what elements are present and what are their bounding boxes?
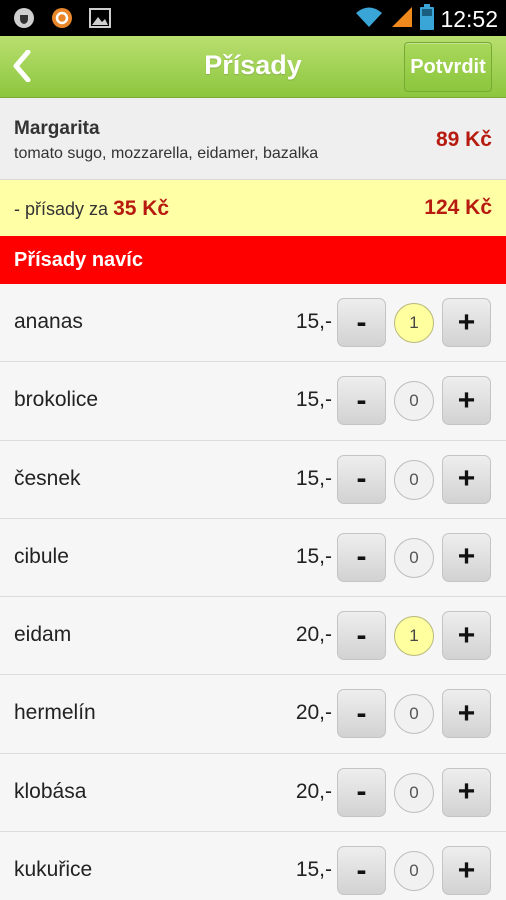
extras-amount: 35 Kč: [113, 197, 170, 220]
extras-summary-text: - přísady za 35 Kč: [14, 197, 169, 221]
ingredient-name: kukuřice: [14, 858, 93, 882]
ingredient-name: hermelín: [14, 701, 96, 725]
pizza-name: Margarita: [14, 118, 100, 139]
image-icon: [88, 6, 112, 30]
ingredient-price: 15,-: [295, 310, 332, 333]
signal-icon: [390, 5, 414, 34]
ingredient-price: 15,-: [295, 388, 332, 412]
ingredient-price: 20,-: [295, 701, 332, 725]
extras-label: - přísady za: [14, 199, 109, 219]
minus-button[interactable]: -: [337, 298, 386, 347]
ingredient-list: ananas 15,- - 1 + brokolice 15,- - 0 + č…: [0, 284, 506, 900]
ingredient-name: eidam: [14, 623, 72, 647]
minus-button[interactable]: -: [337, 454, 386, 504]
minus-button[interactable]: -: [337, 376, 386, 426]
minus-button[interactable]: -: [337, 689, 386, 739]
ingredient-price: 20,-: [295, 779, 332, 803]
plus-button[interactable]: +: [442, 611, 491, 661]
ingredient-price: 20,-: [295, 623, 332, 647]
ingredient-price: 15,-: [295, 466, 332, 490]
list-item: cibule 15,- - 0 +: [0, 518, 506, 598]
quantity-badge: 1: [394, 303, 434, 343]
status-bar: 12:52: [0, 0, 506, 36]
ingredient-price: 15,-: [295, 858, 332, 882]
quantity-badge: 0: [394, 381, 434, 422]
app-icon: [50, 6, 74, 30]
pizza-description: tomato sugo, mozzarella, eidamer, bazalk…: [14, 145, 319, 162]
plus-button[interactable]: +: [442, 376, 491, 426]
extras-summary: - přísady za 35 Kč 124 Kč: [0, 180, 506, 236]
pizza-price: 89 Kč: [435, 128, 492, 151]
plus-button[interactable]: +: [442, 454, 491, 504]
confirm-button[interactable]: Potvrdit: [404, 42, 492, 92]
ingredient-name: česnek: [14, 466, 81, 490]
plus-button[interactable]: +: [442, 846, 491, 896]
list-item: česnek 15,- - 0 +: [0, 440, 506, 519]
list-item: brokolice 15,- - 0 +: [0, 362, 506, 441]
minus-button[interactable]: -: [337, 767, 386, 817]
list-item: klobása 20,- - 0 +: [0, 753, 506, 833]
ingredient-name: ananas: [14, 310, 83, 333]
ingredient-price: 15,-: [295, 544, 332, 568]
quantity-badge: 1: [394, 616, 434, 657]
ingredient-name: brokolice: [14, 388, 99, 412]
list-item: ananas 15,- - 1 +: [0, 284, 506, 363]
quantity-badge: 0: [394, 537, 434, 578]
section-header: Přísady navíc: [0, 236, 506, 284]
section-title: Přísady navíc: [14, 249, 143, 271]
plus-button[interactable]: +: [442, 689, 491, 739]
quantity-badge: 0: [394, 851, 434, 892]
pizza-info: Margarita tomato sugo, mozzarella, eidam…: [0, 98, 506, 180]
battery-icon: [420, 4, 435, 35]
minus-button[interactable]: -: [337, 532, 386, 582]
quantity-badge: 0: [394, 459, 434, 500]
quantity-badge: 0: [394, 772, 434, 813]
ingredient-name: klobása: [14, 779, 87, 803]
shield-icon: [12, 6, 36, 30]
list-item: hermelín 20,- - 0 +: [0, 675, 506, 754]
minus-button[interactable]: -: [337, 611, 386, 661]
ingredient-name: cibule: [14, 544, 69, 568]
quantity-badge: 0: [394, 694, 434, 735]
plus-button[interactable]: +: [442, 767, 491, 817]
minus-button[interactable]: -: [337, 846, 386, 896]
action-bar: Přísady Potvrdit: [0, 36, 506, 98]
wifi-icon: [354, 5, 384, 34]
plus-button[interactable]: +: [442, 298, 491, 347]
list-item: eidam 20,- - 1 +: [0, 597, 506, 676]
total-price: 124 Kč: [424, 196, 492, 219]
status-time: 12:52: [440, 6, 498, 32]
plus-button[interactable]: +: [442, 532, 491, 582]
list-item: kukuřice 15,- - 0 +: [0, 832, 506, 900]
